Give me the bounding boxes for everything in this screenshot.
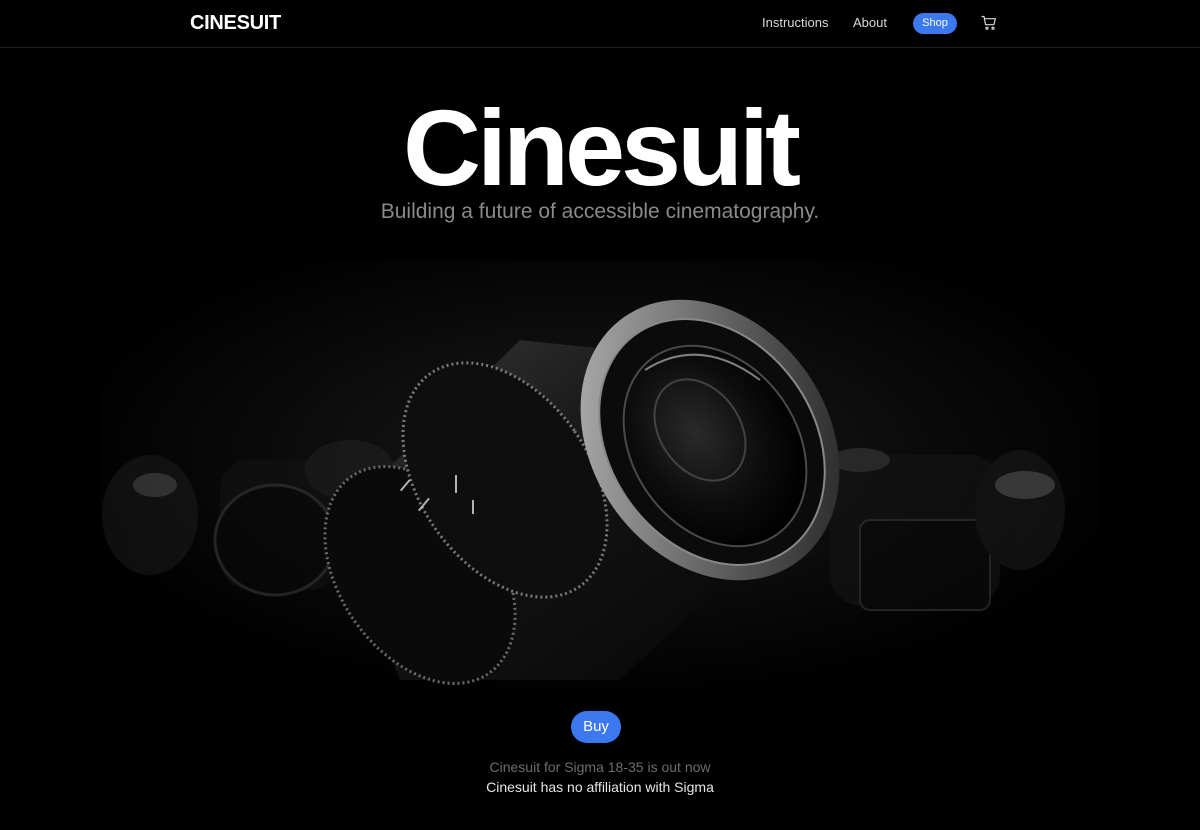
nav-link-instructions[interactable]: Instructions [762, 15, 828, 30]
page: CINESUIT Instructions About Shop Cinesui… [0, 0, 1200, 830]
cinema-lenses-photo [100, 260, 1100, 700]
buy-button[interactable]: Buy [571, 711, 621, 743]
hero-subtitle: Building a future of accessible cinemato… [380, 200, 820, 223]
hero-title: Cinesuit [402, 87, 801, 208]
nav-link-about[interactable]: About [853, 15, 887, 30]
cart-icon[interactable] [981, 15, 997, 31]
logo[interactable]: CINESUIT [190, 12, 281, 35]
release-note: Cinesuit for Sigma 18-35 is out now [489, 759, 711, 775]
affiliation-disclaimer: Cinesuit has no affiliation with Sigma [486, 779, 714, 795]
shop-button[interactable]: Shop [913, 13, 957, 34]
top-nav: CINESUIT Instructions About Shop [0, 0, 1200, 48]
